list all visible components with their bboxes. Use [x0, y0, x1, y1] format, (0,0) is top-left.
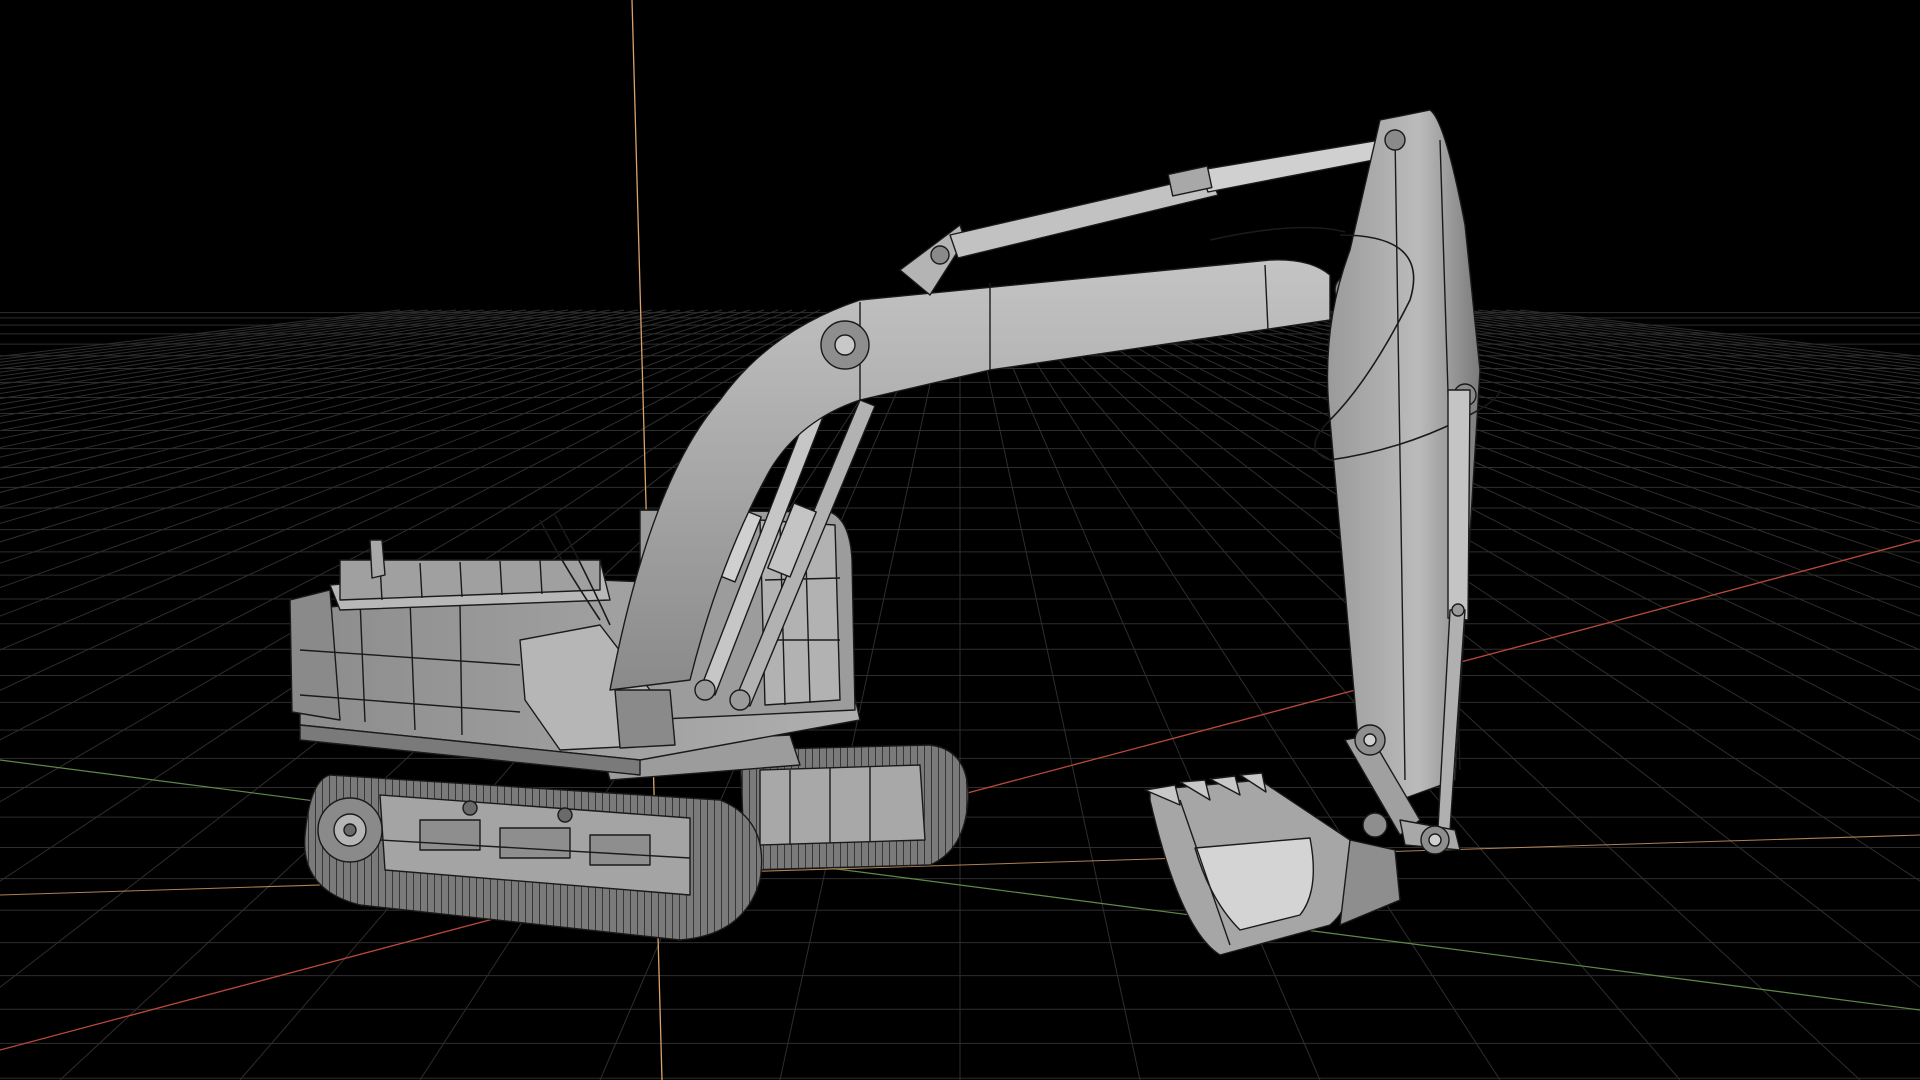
grid-line	[1449, 309, 1920, 373]
grid-line	[1421, 309, 1920, 381]
grid-line	[1071, 309, 1920, 803]
front-track[interactable]	[303, 774, 763, 941]
3d-viewport[interactable]	[0, 0, 1920, 1080]
grid-line	[1141, 309, 1920, 589]
grid-line	[1127, 309, 1920, 617]
grid-line	[1169, 309, 1920, 543]
excavator-model[interactable]	[289, 109, 1501, 956]
exhaust-stack	[369, 539, 386, 579]
ground-grid	[0, 309, 1920, 1080]
grid-line	[1435, 309, 1920, 377]
grid-line	[1183, 309, 1920, 524]
viewport-canvas[interactable]	[0, 0, 1920, 1080]
grid-line	[1057, 309, 1920, 882]
grid-line	[1407, 309, 1920, 385]
bucket[interactable]	[1144, 772, 1401, 956]
grid-line	[1099, 309, 1920, 691]
grid-line	[1463, 309, 1920, 370]
grid-line	[1043, 309, 1920, 988]
grid-line	[1113, 309, 1920, 651]
grid-line	[1085, 309, 1920, 741]
grid-line	[1197, 309, 1920, 508]
